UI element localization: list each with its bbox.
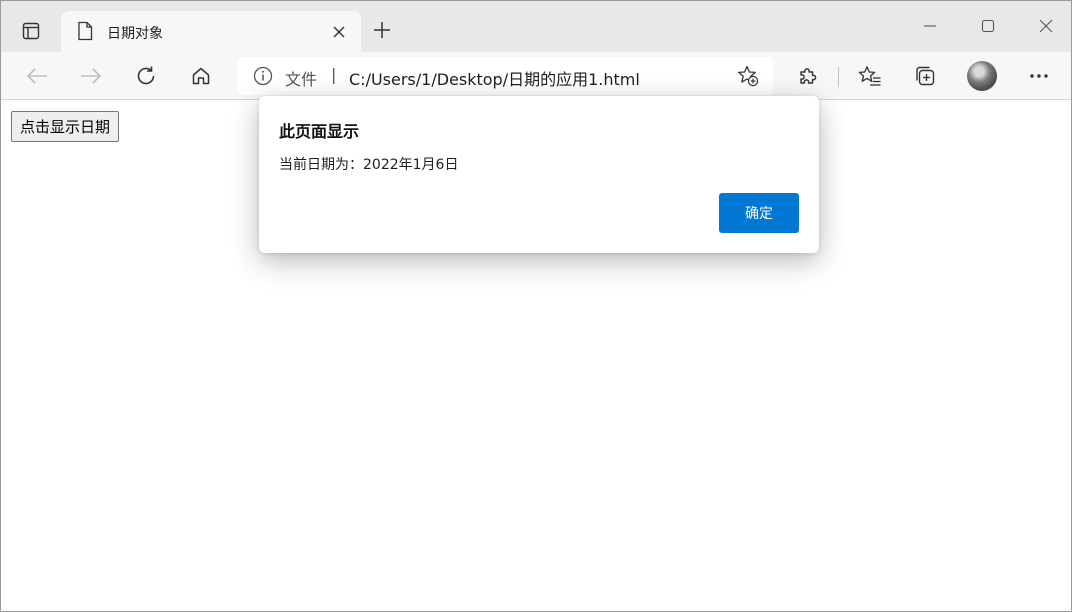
tab-title: 日期对象 <box>107 26 163 42</box>
window-close-icon <box>1039 19 1053 33</box>
add-favorite-icon[interactable] <box>737 65 759 87</box>
tab-close-button[interactable] <box>329 22 349 42</box>
minimize-icon <box>924 25 936 27</box>
plus-icon <box>374 22 390 38</box>
refresh-icon <box>137 66 155 85</box>
favorites-icon <box>858 66 881 86</box>
alert-dialog: 此页面显示 当前日期为：2022年1月6日 确定 <box>259 96 819 253</box>
toolbar: 文件 | C:/Users/1/Desktop/日期的应用1.html <box>1 52 1071 100</box>
alert-title: 此页面显示 <box>279 122 360 141</box>
back-icon <box>26 68 47 84</box>
tab-actions-icon <box>22 22 40 40</box>
alert-ok-button[interactable]: 确定 <box>719 193 799 233</box>
toolbar-divider <box>838 67 839 87</box>
browser-window: 日期对象 文件 | C:/Users/1/Desktop/日期的应用1.html… <box>0 0 1072 612</box>
alert-message: 当前日期为：2022年1月6日 <box>279 157 459 173</box>
address-scheme: 文件 <box>285 70 318 89</box>
forward-icon <box>81 68 102 84</box>
back-button[interactable] <box>20 60 54 92</box>
forward-button[interactable] <box>74 60 108 92</box>
home-icon <box>192 67 210 85</box>
tab-active[interactable]: 日期对象 <box>61 11 361 52</box>
favorites-button[interactable] <box>853 60 887 92</box>
show-date-button[interactable]: 点击显示日期 <box>11 111 120 142</box>
extensions-icon <box>800 68 817 84</box>
collections-button[interactable] <box>908 60 942 92</box>
refresh-button[interactable] <box>129 60 163 92</box>
home-button[interactable] <box>184 60 218 92</box>
maximize-icon <box>981 19 995 33</box>
minimize-button[interactable] <box>907 9 953 43</box>
window-close-button[interactable] <box>1023 9 1069 43</box>
tab-strip: 日期对象 <box>1 1 1071 52</box>
address-separator: | <box>331 65 337 84</box>
maximize-button[interactable] <box>965 9 1011 43</box>
close-icon <box>333 26 345 38</box>
tab-actions-button[interactable] <box>12 14 50 48</box>
extensions-button[interactable] <box>791 60 825 92</box>
profile-avatar[interactable] <box>967 61 997 91</box>
more-icon <box>1030 74 1048 78</box>
address-url[interactable]: C:/Users/1/Desktop/日期的应用1.html <box>349 66 640 90</box>
address-bar[interactable]: 文件 | C:/Users/1/Desktop/日期的应用1.html <box>237 57 773 95</box>
more-button[interactable] <box>1022 60 1056 92</box>
info-icon <box>253 66 273 86</box>
page-icon <box>78 21 93 41</box>
new-tab-button[interactable] <box>367 15 397 45</box>
collections-icon <box>916 66 935 86</box>
